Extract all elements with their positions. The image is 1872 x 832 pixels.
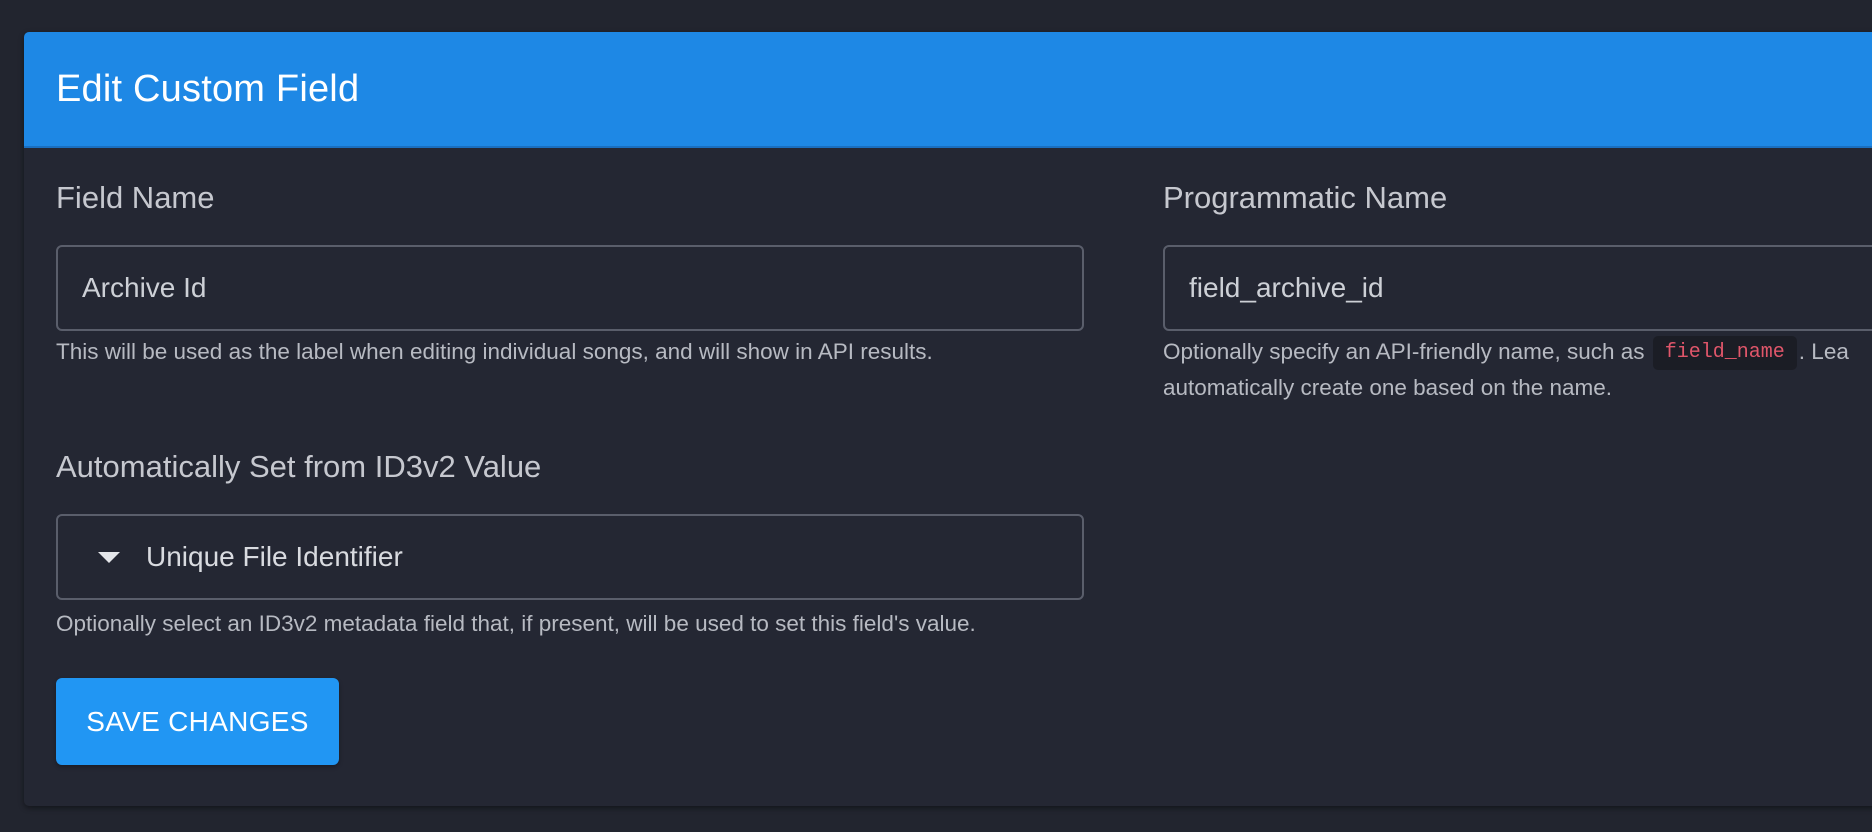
programmatic-name-help: Optionally specify an API-friendly name,… bbox=[1163, 334, 1849, 371]
programmatic-name-help-line2: automatically create one based on the na… bbox=[1163, 375, 1613, 400]
auto-assign-label: Automatically Set from ID3v2 Value bbox=[56, 449, 542, 484]
page: Edit Custom Field Field Name This will b… bbox=[0, 0, 1872, 832]
save-changes-button[interactable]: SAVE CHANGES bbox=[56, 678, 339, 765]
auto-assign-help: Optionally select an ID3v2 metadata fiel… bbox=[56, 611, 976, 636]
dropdown-arrow-icon bbox=[98, 551, 120, 563]
card-body: Field Name This will be used as the labe… bbox=[24, 148, 1872, 806]
programmatic-name-help-text: Optionally specify an API-friendly name,… bbox=[1163, 339, 1645, 364]
field-name-help: This will be used as the label when edit… bbox=[56, 339, 933, 364]
code-example: field_name bbox=[1652, 336, 1797, 371]
auto-assign-selected-value: Unique File Identifier bbox=[146, 541, 403, 572]
field-name-input[interactable] bbox=[56, 245, 1084, 331]
programmatic-name-help-continued: . Lea bbox=[1798, 339, 1849, 364]
auto-assign-select[interactable]: Unique File Identifier bbox=[56, 514, 1084, 600]
programmatic-name-label: Programmatic Name bbox=[1163, 180, 1448, 215]
card-header: Edit Custom Field bbox=[24, 32, 1872, 148]
field-name-label: Field Name bbox=[56, 180, 215, 215]
programmatic-name-input[interactable] bbox=[1163, 245, 1872, 331]
card-title: Edit Custom Field bbox=[56, 67, 360, 110]
edit-custom-field-card: Edit Custom Field Field Name This will b… bbox=[24, 32, 1872, 806]
